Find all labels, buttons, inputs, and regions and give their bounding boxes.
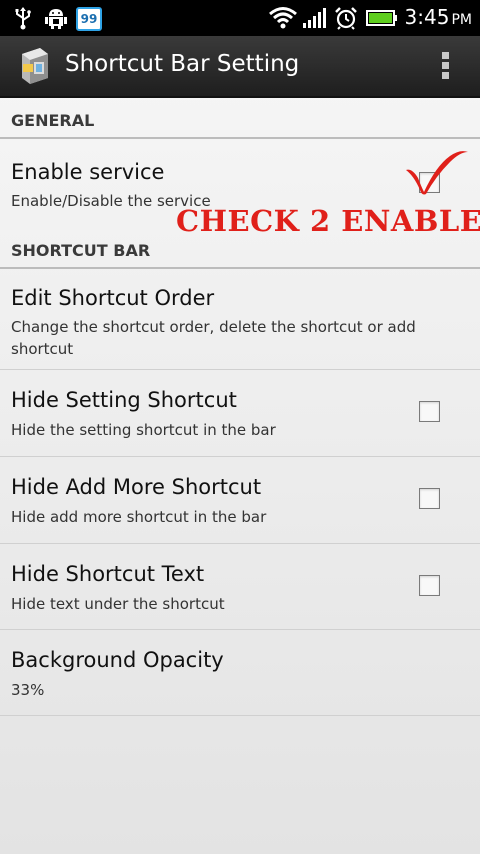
pref-title: Hide Shortcut Text xyxy=(11,562,205,586)
usb-icon xyxy=(12,6,34,30)
pref-title: Background Opacity xyxy=(11,648,224,672)
status-bar: 99 3:45 PM xyxy=(0,0,480,36)
overflow-dot xyxy=(442,72,449,79)
pref-edit-shortcut-order[interactable]: Edit Shortcut Order Change the shortcut … xyxy=(0,270,480,370)
action-bar: Shortcut Bar Setting xyxy=(0,36,480,98)
battery-icon xyxy=(366,6,398,30)
pref-title: Enable service xyxy=(11,160,165,184)
pref-summary: Hide the setting shortcut in the bar xyxy=(11,421,276,439)
overflow-dot xyxy=(442,62,449,69)
alarm-icon xyxy=(334,6,358,30)
pref-summary: Hide add more shortcut in the bar xyxy=(11,508,267,526)
app-icon[interactable] xyxy=(16,46,52,86)
signal-icon xyxy=(302,6,326,30)
overflow-dot xyxy=(442,52,449,59)
pref-summary: Change the shortcut order, delete the sh… xyxy=(11,318,416,358)
settings-screen: 99 3:45 PM Shortcut Bar Setting GENERAL … xyxy=(0,0,480,854)
pref-summary: 33% xyxy=(11,681,45,699)
clock: 3:45 PM xyxy=(405,5,472,29)
section-header-label: GENERAL xyxy=(11,111,95,130)
pref-title: Hide Setting Shortcut xyxy=(11,388,237,412)
section-divider xyxy=(0,137,480,139)
hide-shortcut-text-checkbox[interactable] xyxy=(419,575,440,596)
notification-badge: 99 xyxy=(76,7,102,31)
section-divider xyxy=(0,267,480,269)
pref-hide-setting-shortcut[interactable]: Hide Setting Shortcut Hide the setting s… xyxy=(0,370,480,457)
pref-hide-add-more-shortcut[interactable]: Hide Add More Shortcut Hide add more sho… xyxy=(0,457,480,544)
section-header-general: GENERAL xyxy=(0,101,480,139)
hide-add-more-shortcut-checkbox[interactable] xyxy=(419,488,440,509)
red-checkmark-annotation-icon xyxy=(406,151,468,195)
section-header-label: SHORTCUT BAR xyxy=(11,241,151,260)
pref-title: Edit Shortcut Order xyxy=(11,286,215,310)
android-debug-icon xyxy=(44,6,68,30)
pref-title: Hide Add More Shortcut xyxy=(11,475,262,499)
row-divider xyxy=(0,715,480,716)
wifi-icon xyxy=(268,6,298,30)
hide-setting-shortcut-checkbox[interactable] xyxy=(419,401,440,422)
overflow-menu-icon[interactable] xyxy=(436,50,456,82)
pref-hide-shortcut-text[interactable]: Hide Shortcut Text Hide text under the s… xyxy=(0,544,480,630)
clock-time: 3:45 xyxy=(404,5,450,29)
page-title: Shortcut Bar Setting xyxy=(65,51,300,77)
pref-background-opacity[interactable]: Background Opacity 33% xyxy=(0,630,480,716)
clock-ampm: PM xyxy=(451,12,472,28)
check-to-enable-annotation: CHECK 2 ENABLE xyxy=(176,204,480,238)
pref-summary: Hide text under the shortcut xyxy=(11,595,225,613)
